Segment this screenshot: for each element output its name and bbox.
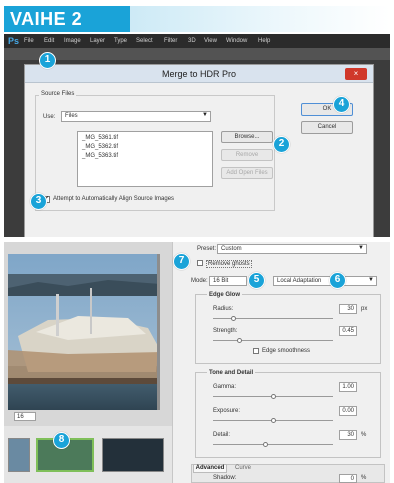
exposure-label: Exposure:: [213, 408, 241, 414]
menu-filter[interactable]: Filter: [164, 34, 177, 48]
add-open-files-button[interactable]: Add Open Files: [221, 167, 273, 179]
chevron-down-icon: ▼: [202, 112, 208, 118]
menu-3d[interactable]: 3D: [188, 34, 196, 48]
thumbnail-strip: [4, 426, 172, 483]
method-value: Local Adaptation: [277, 278, 322, 284]
tone-detail-heading: Tone and Detail: [207, 370, 256, 376]
source-files-label: Source Files: [39, 91, 77, 97]
options-bar: [4, 48, 390, 60]
menu-layer[interactable]: Layer: [90, 34, 105, 48]
file-list-item[interactable]: _MG_5361.tif: [82, 135, 118, 141]
menu-view[interactable]: View: [204, 34, 217, 48]
gamma-slider-knob[interactable]: [271, 394, 276, 399]
remove-button[interactable]: Remove: [221, 149, 273, 161]
preset-dropdown[interactable]: Custom ▼: [217, 244, 367, 254]
zoom-dropdown[interactable]: 16: [14, 412, 36, 421]
strength-label: Strength:: [213, 328, 238, 334]
close-button[interactable]: ×: [345, 68, 367, 80]
photoshop-window: Ps File Edit Image Layer Type Select Fil…: [4, 34, 390, 237]
radius-slider-knob[interactable]: [231, 316, 236, 321]
strength-slider[interactable]: [213, 340, 333, 341]
menu-help[interactable]: Help: [258, 34, 270, 48]
mode-value: 16 Bit: [213, 278, 229, 284]
preset-label: Preset:: [197, 246, 217, 252]
use-dropdown[interactable]: Files ▼: [61, 111, 211, 122]
radius-label: Radius:: [213, 306, 234, 312]
menu-edit[interactable]: Edit: [44, 34, 54, 48]
merge-to-hdr-dialog: Merge to HDR Pro × Source Files Use: Fil…: [24, 64, 374, 237]
preview-image: [8, 254, 160, 410]
exposure-input[interactable]: 0.00: [339, 406, 357, 416]
hdr-preview-area: 16: [4, 242, 172, 483]
chevron-down-icon: ▼: [358, 245, 364, 251]
method-dropdown[interactable]: Local Adaptation ▼: [273, 276, 377, 286]
remove-ghosts-checkbox[interactable]: [197, 260, 203, 266]
detail-label: Detail:: [213, 432, 231, 438]
step-badge: 1: [39, 52, 56, 69]
browse-button[interactable]: Browse...: [221, 131, 273, 143]
edge-smoothness-label: Edge smoothness: [262, 348, 311, 354]
radius-unit: px: [361, 306, 368, 312]
step-label: VAIHE 2: [10, 9, 83, 29]
step-badge: 6: [329, 272, 346, 289]
chevron-down-icon: ▼: [368, 277, 374, 283]
menu-file[interactable]: File: [24, 34, 34, 48]
shadow-label: Shadow:: [213, 475, 237, 481]
remove-ghosts-label: Remove ghosts: [206, 260, 252, 268]
use-label: Use:: [43, 114, 56, 120]
detail-slider[interactable]: [213, 444, 333, 445]
zoom-value: 16: [17, 414, 24, 420]
hdr-settings-panel: Preset: Custom ▼ Remove ghosts Mode: 16 …: [172, 242, 390, 483]
exposure-slider-knob[interactable]: [271, 418, 276, 423]
mode-label: Mode:: [191, 278, 208, 284]
zoom-row: 16: [8, 412, 168, 422]
align-label: Attempt to Automatically Align Source Im…: [53, 196, 175, 202]
strength-input[interactable]: 0.45: [339, 326, 357, 336]
shadow-input[interactable]: 0: [339, 474, 357, 483]
edge-glow-heading: Edge Glow: [207, 292, 243, 298]
banner-fade: [130, 6, 390, 32]
menu-type[interactable]: Type: [114, 34, 127, 48]
preset-value: Custom: [221, 246, 242, 252]
photoshop-logo: Ps: [8, 36, 20, 46]
step-badge: 3: [30, 193, 47, 210]
step-badge: 2: [273, 136, 290, 153]
file-list-item[interactable]: _MG_5363.tif: [82, 153, 118, 159]
cancel-button[interactable]: Cancel: [301, 121, 353, 134]
file-list[interactable]: _MG_5361.tif _MG_5362.tif _MG_5363.tif: [77, 131, 213, 187]
detail-slider-knob[interactable]: [263, 442, 268, 447]
boat-photo: [8, 254, 157, 410]
menu-bar: Ps File Edit Image Layer Type Select Fil…: [4, 34, 390, 48]
use-value: Files: [65, 113, 78, 119]
detail-input[interactable]: 30: [339, 430, 357, 440]
mode-dropdown[interactable]: 16 Bit: [209, 276, 247, 286]
shadow-unit: %: [361, 475, 367, 481]
detail-unit: %: [361, 432, 367, 438]
step-banner: VAIHE 2: [4, 6, 130, 32]
dialog-titlebar: Merge to HDR Pro ×: [25, 65, 373, 83]
step-badge: 4: [333, 96, 350, 113]
step-badge: 5: [248, 272, 265, 289]
dialog-title: Merge to HDR Pro: [161, 69, 237, 79]
step-badge: 7: [173, 253, 190, 270]
menu-window[interactable]: Window: [226, 34, 247, 48]
menu-image[interactable]: Image: [64, 34, 81, 48]
edge-smoothness-checkbox[interactable]: [253, 348, 259, 354]
step-badge: 8: [53, 432, 70, 449]
tab-advanced[interactable]: Advanced: [193, 464, 227, 473]
gamma-input[interactable]: 1.00: [339, 382, 357, 392]
tab-curve[interactable]: Curve: [229, 464, 257, 473]
strength-slider-knob[interactable]: [237, 338, 242, 343]
thumbnail[interactable]: [102, 438, 164, 472]
thumbnail[interactable]: [8, 438, 30, 472]
file-list-item[interactable]: _MG_5362.tif: [82, 144, 118, 150]
gamma-label: Gamma:: [213, 384, 237, 390]
menu-select[interactable]: Select: [136, 34, 153, 48]
radius-input[interactable]: 30: [339, 304, 357, 314]
